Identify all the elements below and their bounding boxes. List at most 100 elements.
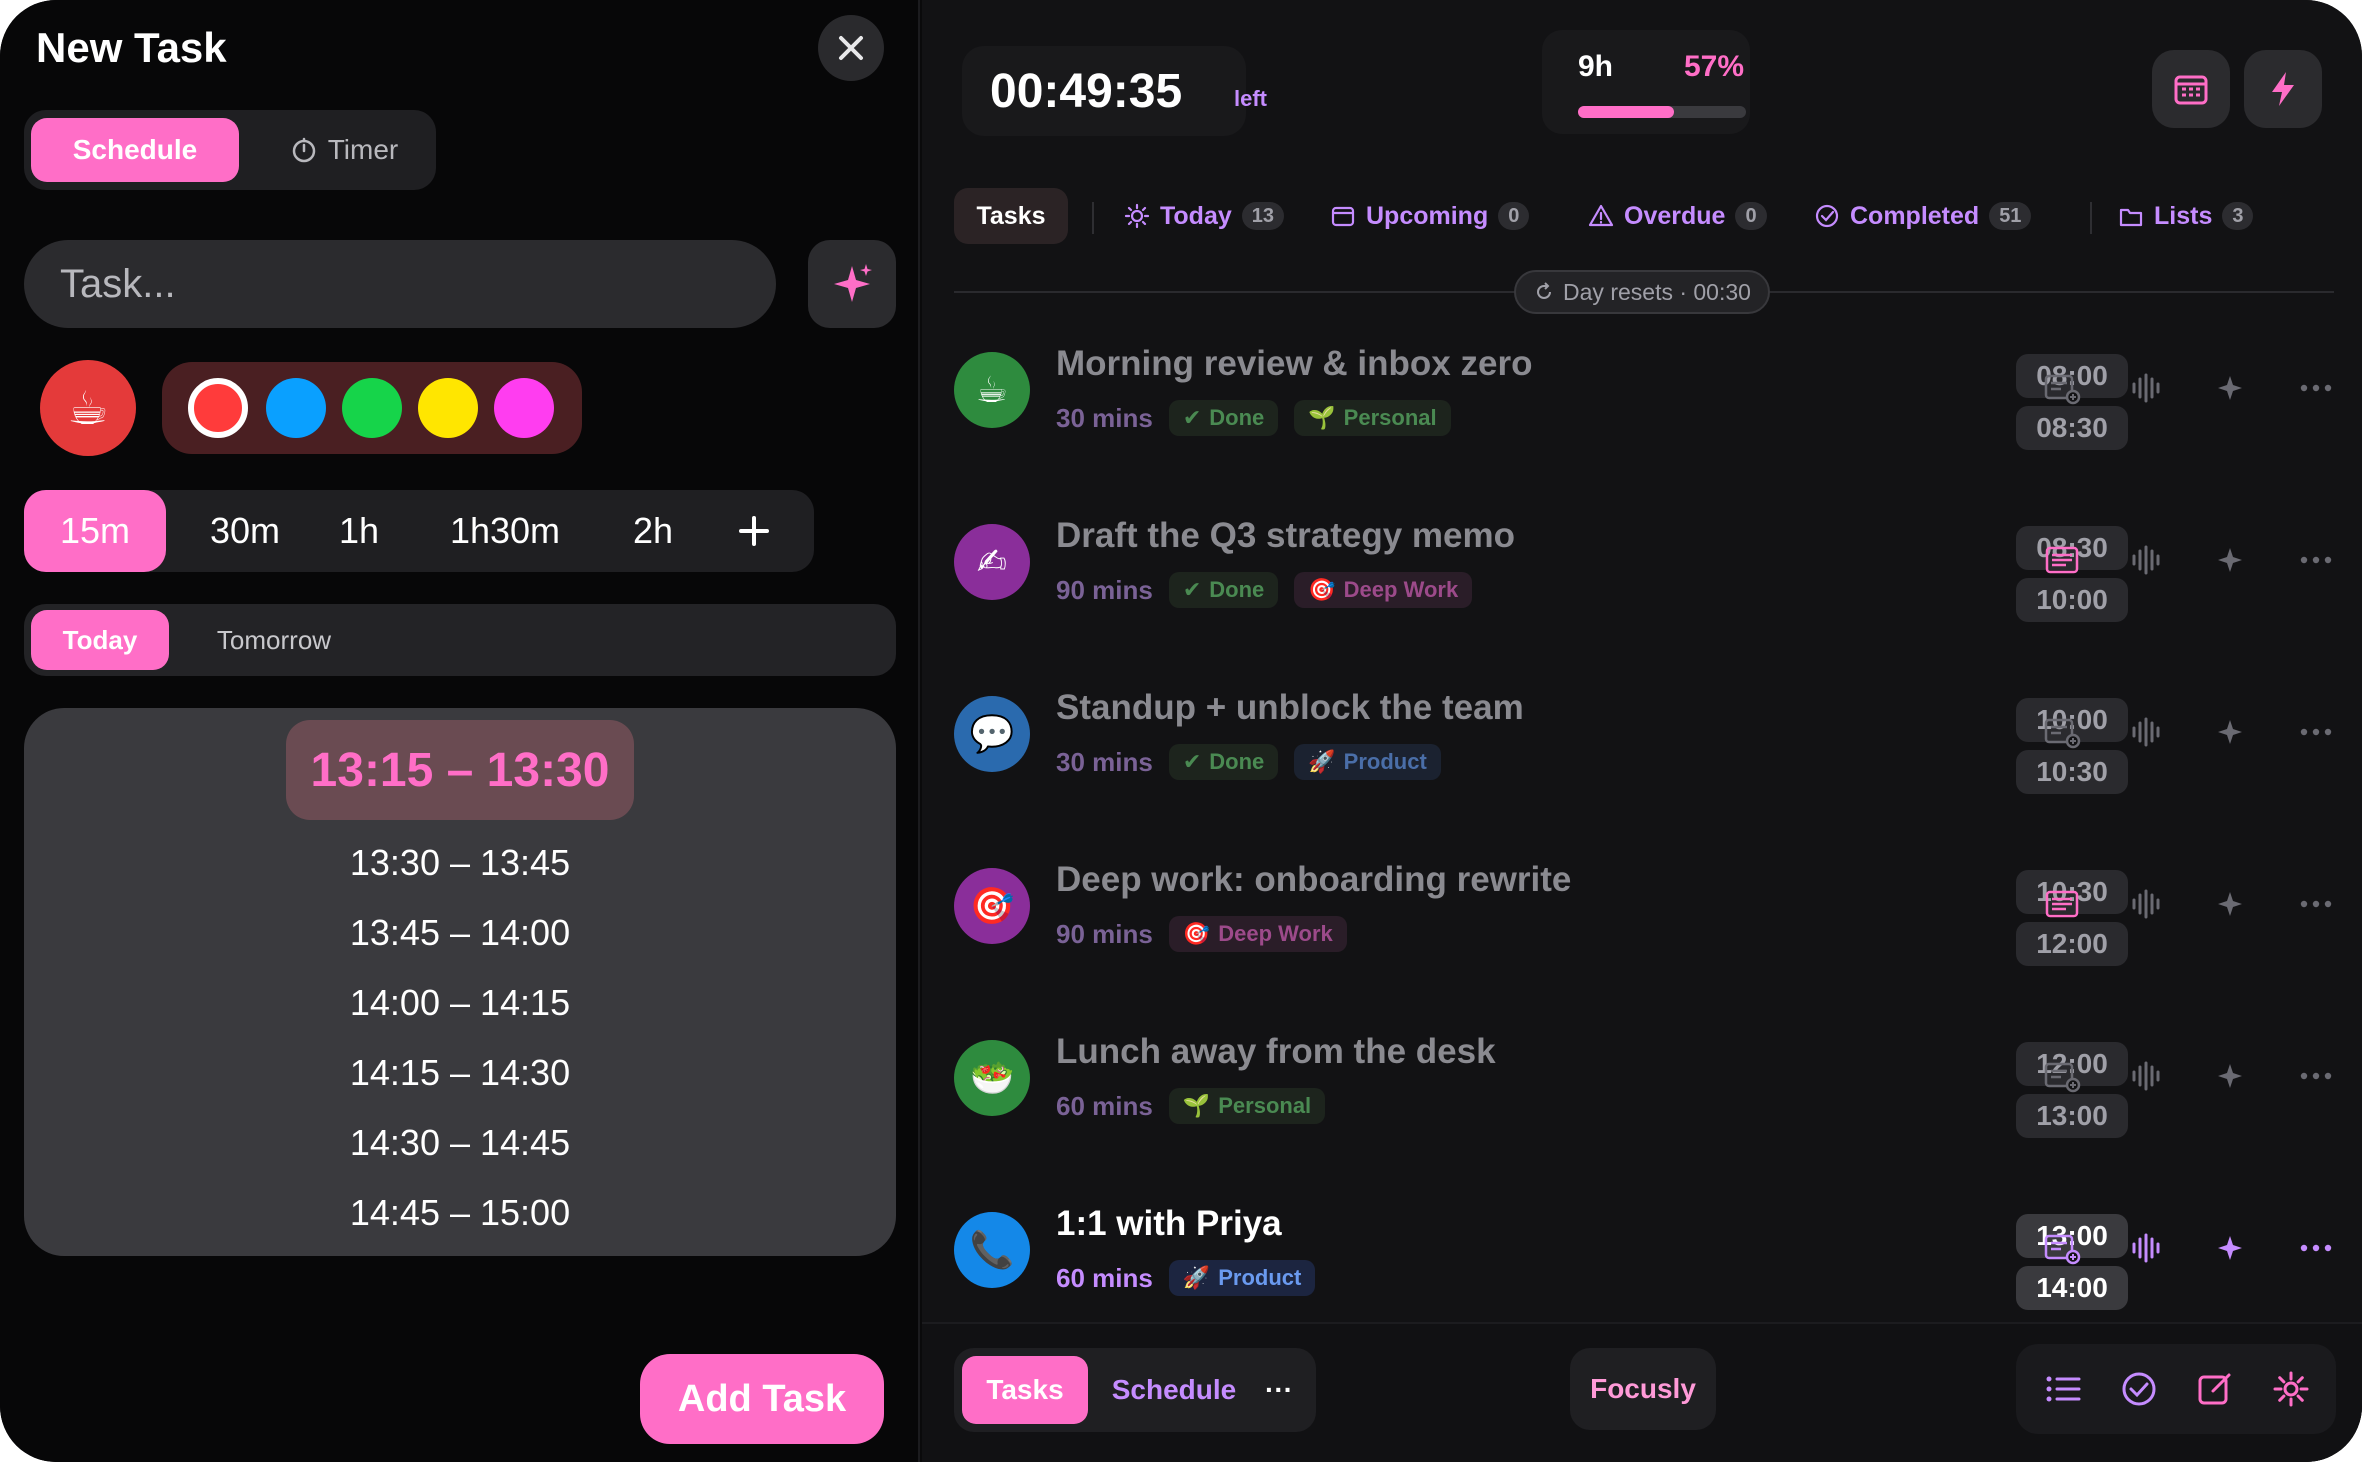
task-input[interactable]: [24, 240, 776, 328]
sparkles-icon: [834, 264, 872, 302]
plus-icon: [739, 516, 769, 546]
timer-tab[interactable]: Timer: [264, 118, 424, 182]
tab-overdue-label: Overdue: [1624, 201, 1726, 230]
duration-2h[interactable]: 2h: [618, 490, 688, 572]
close-button[interactable]: [818, 15, 884, 81]
duration-15m[interactable]: 15m: [24, 490, 166, 572]
more-views-button[interactable]: ···: [1254, 1356, 1304, 1424]
schedule-view-tab[interactable]: Schedule: [1104, 1356, 1244, 1424]
more-button[interactable]: [2294, 538, 2338, 582]
tab-today[interactable]: Today 13: [1124, 188, 1285, 244]
ai-button[interactable]: [2208, 366, 2252, 410]
notes-button[interactable]: [2040, 1226, 2084, 1270]
color-swatch-blue[interactable]: [266, 378, 326, 438]
progress-percent: 57%: [1684, 50, 1745, 83]
countdown: 00:49:35 left: [962, 46, 1267, 136]
sparkle-icon: [2218, 720, 2242, 744]
notes-button[interactable]: [2040, 1054, 2084, 1098]
app-brand[interactable]: Focusly: [1570, 1348, 1716, 1430]
tab-lists-label: Lists: [2154, 201, 2213, 230]
schedule-tab[interactable]: Schedule: [31, 118, 239, 182]
progress-bar: [1578, 106, 1746, 118]
calendar-button[interactable]: [2152, 50, 2230, 128]
task-row[interactable]: 📞 1:1 with Priya 60 mins 🚀 Product 13:00 …: [954, 1190, 2334, 1340]
tab-upcoming[interactable]: Upcoming 0: [1330, 188, 1530, 244]
ai-button[interactable]: [2208, 710, 2252, 754]
done-badge: ✔ Done: [1168, 400, 1279, 436]
tab-completed[interactable]: Completed 51: [1814, 188, 2032, 244]
voice-button[interactable]: [2124, 538, 2168, 582]
tomorrow-tab[interactable]: Tomorrow: [194, 610, 354, 670]
notes-button[interactable]: [2040, 710, 2084, 754]
task-row[interactable]: ✍ Draft the Q3 strategy memo 90 mins ✔ Do…: [954, 502, 2334, 652]
task-row[interactable]: 💬 Standup + unblock the team 30 mins ✔ Do…: [954, 674, 2334, 824]
voice-button[interactable]: [2124, 710, 2168, 754]
time-slot[interactable]: 14:30 – 14:45: [24, 1122, 896, 1164]
list-view-button[interactable]: [2040, 1366, 2086, 1412]
progress-hours: 9h: [1578, 50, 1614, 83]
sparkle-icon: [2218, 376, 2242, 400]
end-time: 12:00: [2016, 922, 2128, 966]
voice-button[interactable]: [2124, 366, 2168, 410]
more-button[interactable]: [2294, 882, 2338, 926]
ai-button[interactable]: [2208, 538, 2252, 582]
voice-button[interactable]: [2124, 1226, 2168, 1270]
color-swatch-yellow[interactable]: [418, 378, 478, 438]
task-row[interactable]: 🎯 Deep work: onboarding rewrite 90 mins …: [954, 846, 2334, 996]
waveform-icon: [2132, 373, 2160, 403]
time-slot[interactable]: 14:00 – 14:15: [24, 982, 896, 1024]
task-duration: 60 mins: [1056, 1090, 1153, 1121]
color-swatch-green[interactable]: [342, 378, 402, 438]
color-swatch-red[interactable]: [188, 378, 248, 438]
lists-count-badge: 3: [2222, 202, 2254, 230]
time-slot[interactable]: 13:45 – 14:00: [24, 912, 896, 954]
add-task-button[interactable]: Add Task: [640, 1354, 884, 1444]
time-slot[interactable]: 14:15 – 14:30: [24, 1052, 896, 1094]
tab-lists[interactable]: Lists 3: [2118, 188, 2254, 244]
panel-title: New Task: [36, 24, 227, 71]
color-swatch-magenta[interactable]: [494, 378, 554, 438]
waveform-icon: [2132, 1061, 2160, 1091]
ai-suggest-button[interactable]: [808, 240, 896, 328]
tag-chip: 🚀 Product: [1168, 1260, 1316, 1296]
lightning-icon: [2272, 72, 2294, 106]
add-duration-button[interactable]: [724, 490, 784, 572]
time-slot[interactable]: 13:30 – 13:45: [24, 842, 896, 884]
tag-label: Deep Work: [1343, 577, 1459, 602]
task-row[interactable]: ☕ Morning review & inbox zero 30 mins ✔ D…: [954, 330, 2334, 480]
notes-button[interactable]: [2040, 882, 2084, 926]
notes-button[interactable]: [2040, 366, 2084, 410]
mode-switch: Schedule Timer: [24, 110, 436, 190]
more-icon: [2300, 900, 2332, 908]
emoji-picker-button[interactable]: ☕: [40, 360, 136, 456]
voice-button[interactable]: [2124, 882, 2168, 926]
task-row[interactable]: 🥗 Lunch away from the desk 60 mins 🌱 Pers…: [954, 1018, 2334, 1168]
ai-button[interactable]: [2208, 1226, 2252, 1270]
time-slot[interactable]: 14:45 – 15:00: [24, 1192, 896, 1234]
notes-button[interactable]: [2040, 538, 2084, 582]
bottom-toolbar: [2016, 1344, 2336, 1434]
duration-30m[interactable]: 30m: [190, 490, 300, 572]
more-button[interactable]: [2294, 1054, 2338, 1098]
voice-button[interactable]: [2124, 1054, 2168, 1098]
more-button[interactable]: [2294, 1226, 2338, 1270]
quick-action-button[interactable]: [2244, 50, 2322, 128]
ai-button[interactable]: [2208, 1054, 2252, 1098]
tab-tasks[interactable]: Tasks: [954, 188, 1068, 244]
warning-icon: [1588, 204, 1614, 227]
task-avatar: ☕: [954, 352, 1030, 428]
more-button[interactable]: [2294, 366, 2338, 410]
tag-label: Product: [1218, 1265, 1302, 1290]
today-tab[interactable]: Today: [31, 610, 169, 670]
selected-time-slot[interactable]: 13:15 – 13:30: [286, 720, 634, 820]
duration-1h30m[interactable]: 1h30m: [430, 490, 580, 572]
edit-button[interactable]: [2192, 1366, 2238, 1412]
more-button[interactable]: [2294, 710, 2338, 754]
tasks-view-tab[interactable]: Tasks: [962, 1356, 1088, 1424]
status-label: Done: [1209, 749, 1265, 774]
duration-1h[interactable]: 1h: [324, 490, 394, 572]
tab-overdue[interactable]: Overdue 0: [1588, 188, 1767, 244]
ai-button[interactable]: [2208, 882, 2252, 926]
settings-button[interactable]: [2268, 1366, 2314, 1412]
completed-view-button[interactable]: [2116, 1366, 2162, 1412]
